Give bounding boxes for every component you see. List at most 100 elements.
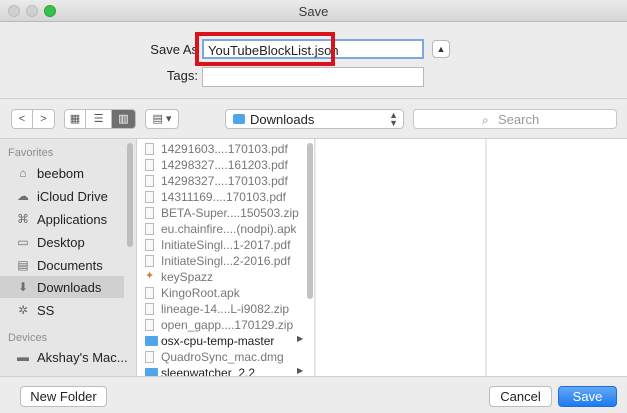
downloads-icon: ⬇: [17, 280, 29, 294]
list-item[interactable]: 14298327....170103.pdf: [137, 173, 305, 189]
list-item[interactable]: lineage-14....L-i9082.zip: [137, 301, 305, 317]
list-view-button[interactable]: ☰: [86, 109, 112, 129]
home-icon: ⌂: [19, 166, 27, 180]
list-item[interactable]: 14291603....170103.pdf: [137, 141, 305, 157]
new-folder-button[interactable]: New Folder: [20, 386, 107, 407]
applications-icon: ⌘: [17, 212, 29, 226]
folder-icon: [233, 114, 245, 124]
chevron-right-icon: >: [40, 113, 47, 125]
folder-icon: [145, 336, 158, 346]
cancel-button[interactable]: Cancel: [489, 386, 552, 407]
sidebar-scrollbar[interactable]: [127, 143, 133, 247]
form-divider: [0, 98, 627, 99]
file-name: BETA-Super....150503.zip: [161, 206, 299, 220]
sidebar-item-device[interactable]: ▬ Akshay's Mac...: [0, 346, 128, 368]
sidebar-item-label: beebom: [37, 166, 84, 181]
sidebar-item-ss[interactable]: ✲ SS: [0, 299, 124, 321]
arrange-button[interactable]: ▤ ▾: [145, 109, 179, 129]
save-as-label: Save As: [150, 42, 198, 57]
favorites-heading: Favorites: [8, 147, 54, 159]
dialog-footer: New Folder Cancel Save: [0, 376, 627, 413]
sidebar-item-beebom[interactable]: ⌂ beebom: [0, 162, 124, 184]
document-icon: [145, 255, 154, 267]
list-item[interactable]: 14298327....161203.pdf: [137, 157, 305, 173]
list-item[interactable]: InitiateSingl...1-2017.pdf: [137, 237, 305, 253]
sidebar-item-label: Desktop: [37, 235, 85, 250]
app-icon: ✦: [145, 270, 155, 282]
documents-icon: ▤: [17, 258, 29, 272]
up-down-arrows-icon: ▲ ▼: [389, 110, 398, 128]
list-item[interactable]: osx-cpu-temp-master ▶: [137, 333, 305, 349]
document-icon: [145, 319, 154, 331]
list-item[interactable]: KingoRoot.apk: [137, 285, 305, 301]
list-item[interactable]: 14311169....170103.pdf: [137, 189, 305, 205]
icon-view-button[interactable]: ▦: [64, 109, 86, 129]
sidebar-item-label: Applications: [37, 212, 108, 227]
file-name: 14311169....170103.pdf: [161, 190, 287, 204]
file-name: sleepwatcher_2.2: [161, 366, 256, 376]
folder-icon: [145, 368, 158, 376]
desktop-icon: ▭: [17, 235, 29, 249]
location-label: Downloads: [250, 112, 315, 127]
save-button[interactable]: Save: [558, 386, 617, 407]
document-icon: [145, 143, 154, 155]
file-name: eu.chainfire....(nodpi).apk: [161, 222, 297, 236]
file-name: KingoRoot.apk: [161, 286, 240, 300]
laptop-icon: ▬: [17, 350, 29, 364]
document-icon: [145, 159, 154, 171]
chevron-left-icon: <: [18, 113, 26, 125]
sidebar-item-desktop[interactable]: ▭ Desktop: [0, 231, 124, 253]
sidebar-item-applications[interactable]: ⌘ Applications: [0, 208, 124, 230]
list-item[interactable]: InitiateSingl...2-2016.pdf: [137, 253, 305, 269]
file-name: QuadroSync_mac.dmg: [161, 350, 284, 364]
file-name: lineage-14....L-i9082.zip: [161, 302, 290, 316]
list-item[interactable]: open_gapp....170129.zip: [137, 317, 305, 333]
expand-dialog-button[interactable]: ▲: [432, 40, 450, 58]
location-popup[interactable]: Downloads ▲ ▼: [225, 109, 404, 129]
document-icon: [145, 191, 154, 203]
document-icon: [145, 223, 154, 235]
sidebar-item-label: iCloud Drive: [37, 189, 108, 204]
document-icon: [145, 175, 154, 187]
search-field[interactable]: ⌕ Search: [413, 109, 617, 129]
empty-column: [316, 139, 486, 376]
sidebar-item-label: SS: [37, 303, 55, 318]
sidebar: Favorites ⌂ beebom ☁ iCloud Drive ⌘ Appl…: [0, 139, 137, 376]
chevron-up-icon: ▲: [436, 44, 446, 54]
file-name: 14298327....161203.pdf: [161, 158, 288, 172]
tags-field[interactable]: [202, 67, 424, 87]
sidebar-item-label: Downloads: [37, 280, 102, 295]
list-item[interactable]: eu.chainfire....(nodpi).apk: [137, 221, 305, 237]
list-item[interactable]: BETA-Super....150503.zip: [137, 205, 305, 221]
list-item[interactable]: QuadroSync_mac.dmg: [137, 349, 305, 365]
file-column-scrollbar[interactable]: [307, 143, 313, 299]
grid-icon: ▦: [69, 113, 81, 125]
sidebar-item-documents[interactable]: ▤ Documents: [0, 254, 124, 276]
document-icon: [145, 287, 154, 299]
columns-icon: ▥: [118, 113, 129, 125]
column-view-button[interactable]: ▥: [112, 109, 136, 129]
file-name: osx-cpu-temp-master: [161, 334, 275, 348]
list-item[interactable]: sleepwatcher_2.2 ▶: [137, 365, 305, 376]
search-placeholder: Search: [498, 112, 540, 127]
sidebar-item-label: Documents: [37, 258, 103, 273]
document-icon: [145, 239, 154, 251]
file-column: 14291603....170103.pdf 14298327....16120…: [137, 139, 315, 376]
file-name: keySpazz: [161, 270, 214, 284]
file-name: InitiateSingl...1-2017.pdf: [161, 238, 291, 252]
document-icon: [145, 351, 154, 363]
sidebar-item-downloads[interactable]: ⬇ Downloads: [0, 276, 124, 298]
sidebar-item-icloud-drive[interactable]: ☁ iCloud Drive: [0, 185, 124, 207]
file-browser: Favorites ⌂ beebom ☁ iCloud Drive ⌘ Appl…: [0, 138, 627, 376]
document-icon: [145, 303, 154, 315]
list-item[interactable]: ✦ keySpazz: [137, 269, 305, 285]
forward-button[interactable]: >: [33, 109, 55, 129]
document-icon: [145, 207, 154, 219]
empty-column: [487, 139, 627, 376]
file-name: 14298327....170103.pdf: [161, 174, 288, 188]
tags-label: Tags:: [166, 68, 198, 83]
back-button[interactable]: <: [11, 109, 33, 129]
file-name: 14291603....170103.pdf: [161, 142, 288, 156]
cloud-icon: ☁: [17, 189, 29, 203]
title-bar: Save: [0, 0, 627, 22]
